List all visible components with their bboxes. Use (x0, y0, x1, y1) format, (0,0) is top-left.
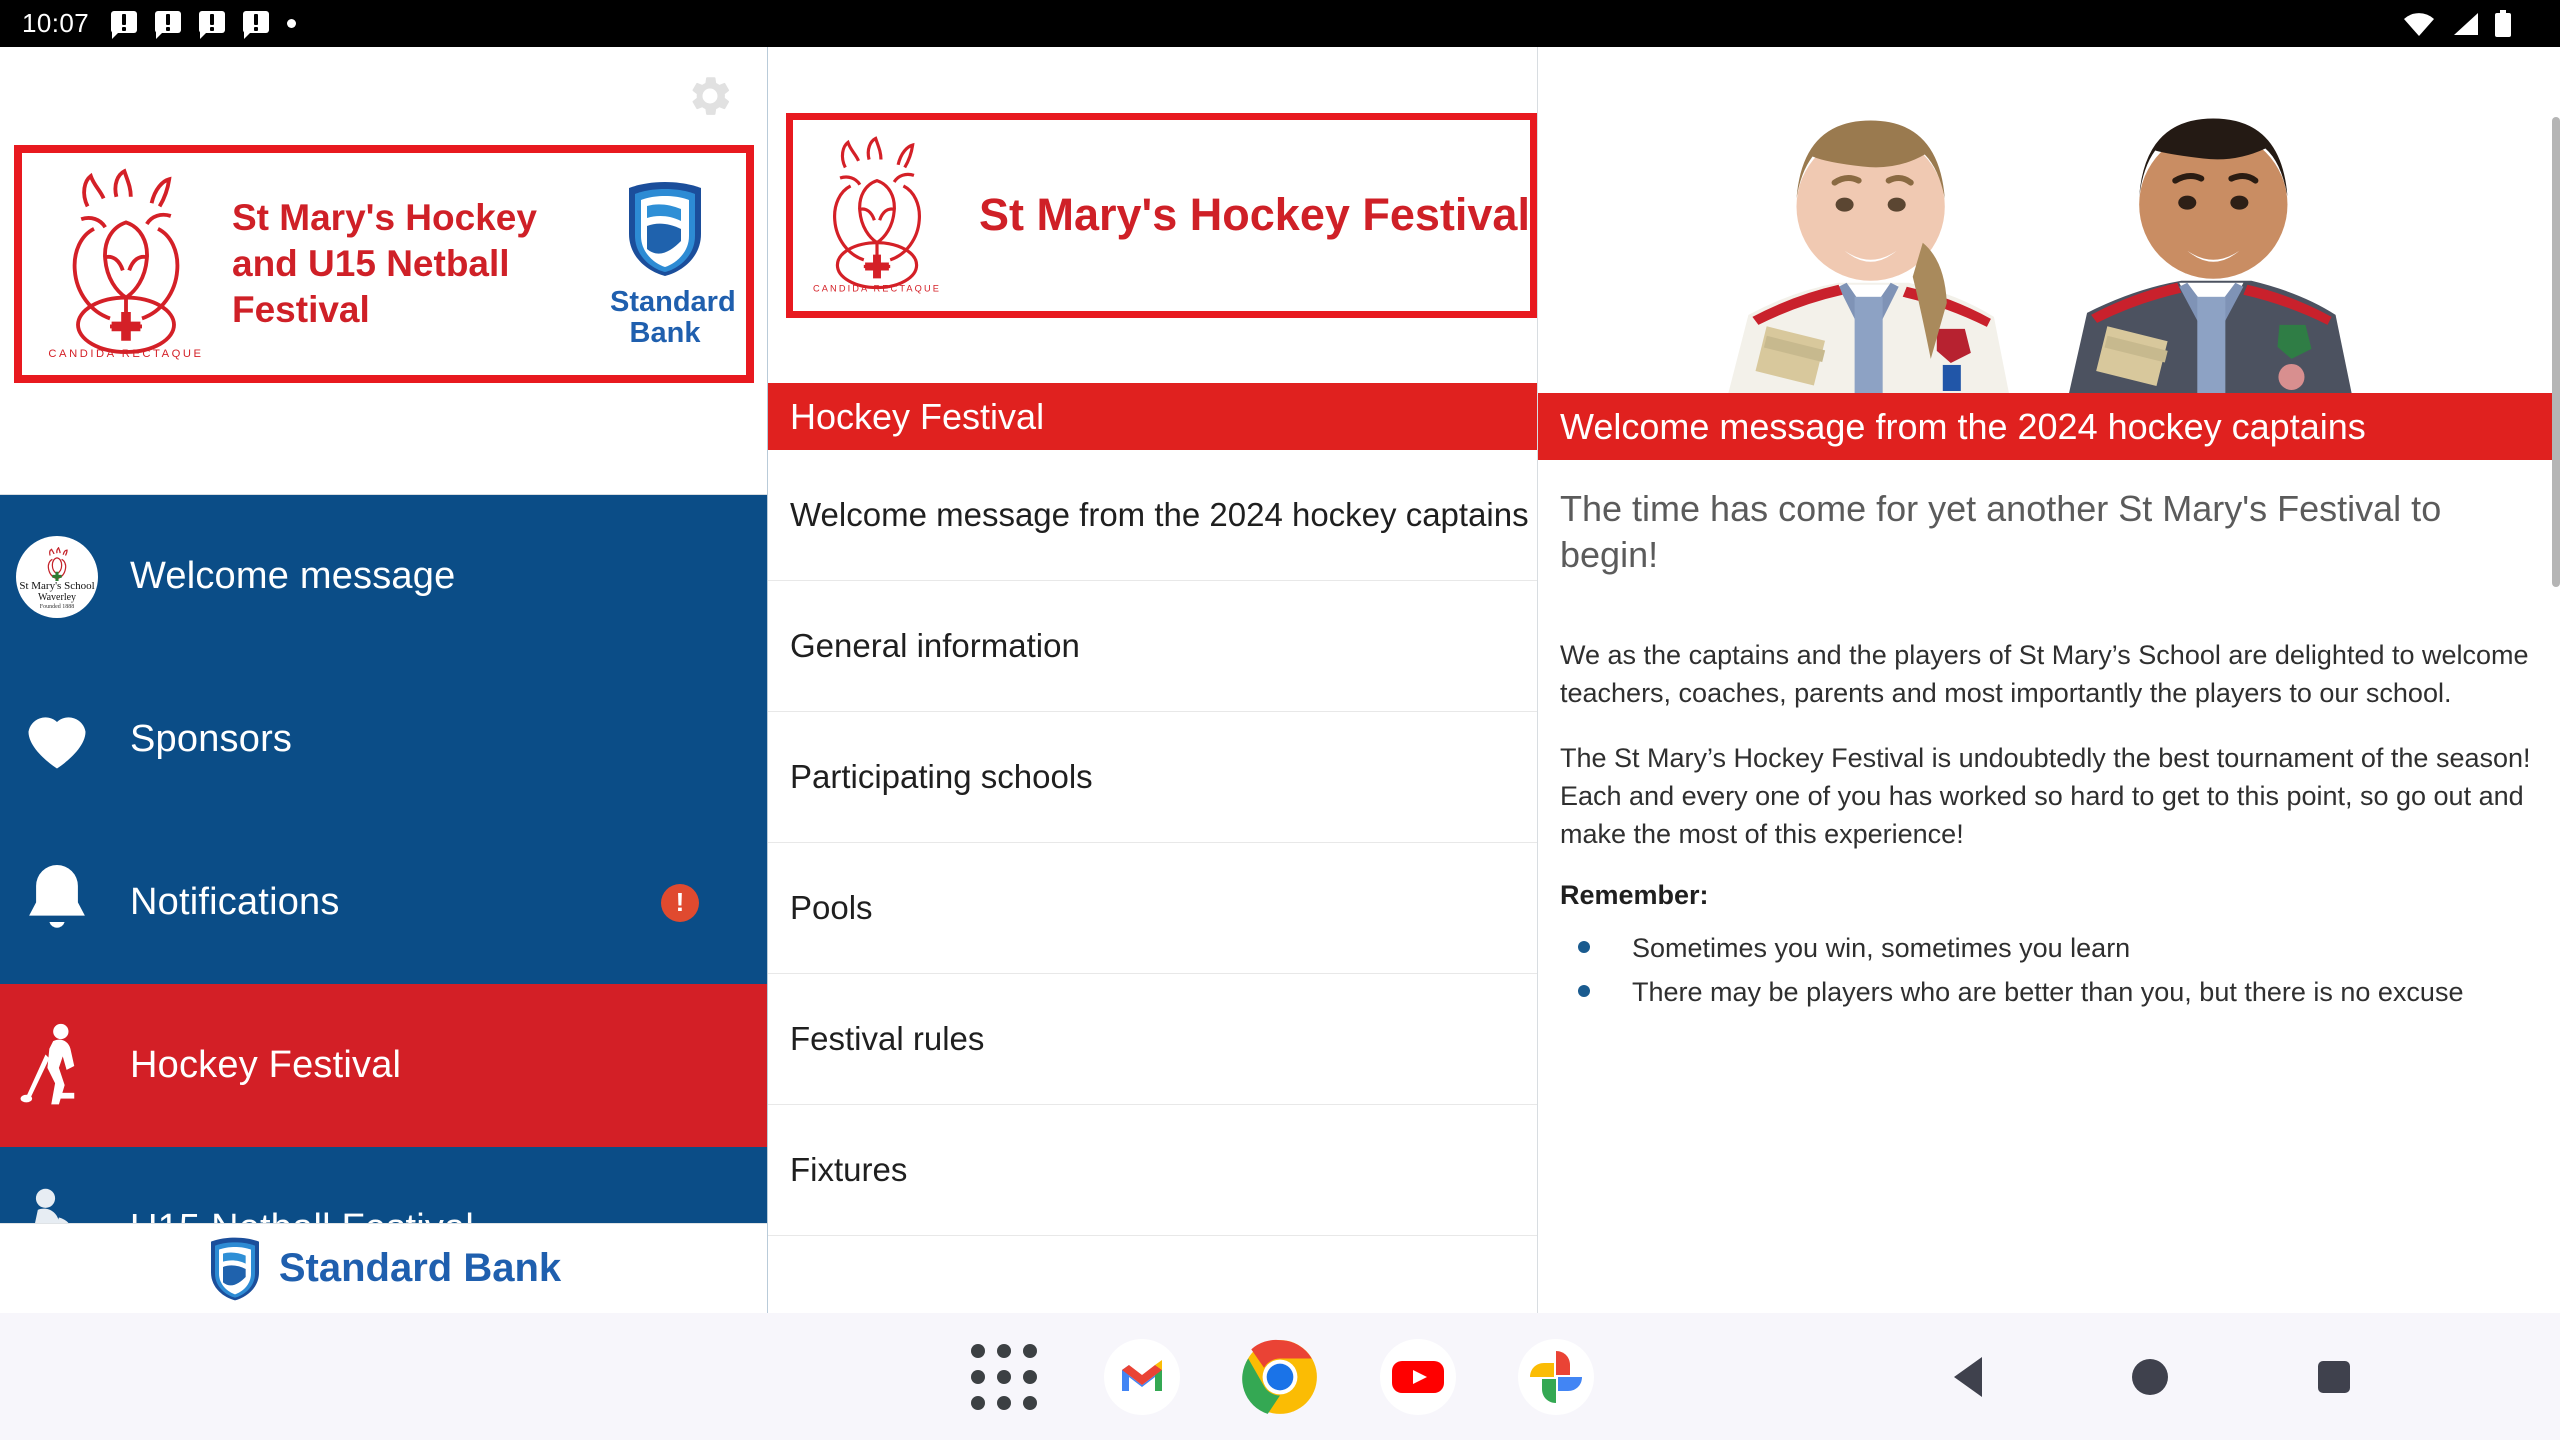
sidebar-item-sponsors[interactable]: Sponsors (0, 658, 767, 821)
wifi-icon (2404, 12, 2434, 36)
chrome-icon[interactable] (1238, 1335, 1322, 1419)
middle-column: CANDIDA RECTAQUE St Mary's Hockey Festiv… (768, 47, 1538, 1313)
sidebar-sponsor-footer[interactable]: Standard Bank (0, 1223, 767, 1313)
bullet-text: Sometimes you win, sometimes you learn (1632, 932, 2131, 963)
bullet-dot-icon (1578, 985, 1590, 998)
detail-paragraph: The St Mary’s Hockey Festival is undoubt… (1560, 742, 2531, 850)
sidebar-item-label: Notifications (130, 881, 340, 923)
google-photos-icon[interactable] (1514, 1335, 1598, 1419)
sidebar-festival-banner: CANDIDA RECTAQUE St Mary's Hockey and U1… (14, 145, 754, 383)
detail-column: Welcome message from the 2024 hockey cap… (1538, 47, 2560, 1313)
home-button[interactable] (2132, 1358, 2168, 1395)
bell-icon (14, 857, 100, 949)
battery-icon (2495, 9, 2511, 37)
list-item[interactable]: Welcome message from the 2024 hockey cap… (768, 450, 1537, 581)
all-apps-grid-icon[interactable] (962, 1335, 1046, 1419)
hockey-festival-banner: CANDIDA RECTAQUE St Mary's Hockey Festiv… (786, 112, 1537, 318)
list-item[interactable]: Participating schools (768, 712, 1537, 843)
list-item[interactable]: Festival rules (768, 974, 1537, 1105)
standard-bank-label: Standard Bank (610, 286, 736, 349)
detail-remember-label: Remember: (1560, 879, 1709, 910)
bullet-text: There may be players who are better than… (1632, 977, 2464, 1008)
middle-section-header: Hockey Festival (768, 383, 1537, 450)
notification-bubble-icon (155, 10, 182, 39)
sidebar-header: CANDIDA RECTAQUE St Mary's Hockey and U1… (0, 47, 767, 495)
sidebar-item-welcome-message[interactable]: St Mary's School Waverley Founded 1888 W… (0, 495, 767, 658)
cellular-signal-icon (2454, 12, 2478, 35)
detail-header: Welcome message from the 2024 hockey cap… (1538, 393, 2560, 460)
sidebar-banner-title: St Mary's Hockey and U15 Netball Festiva… (232, 197, 537, 330)
detail-bullet-list: Sometimes you win, sometimes you learn T… (1560, 929, 2536, 1012)
avatar-founded: Founded 1888 (39, 603, 75, 610)
recents-button[interactable] (2318, 1360, 2350, 1393)
dot-icon (287, 19, 297, 28)
standard-bank-shield-icon (210, 1237, 259, 1300)
notifications-badge: ! (661, 883, 699, 922)
status-bar-notification-icons (111, 10, 297, 39)
notification-bubble-icon (199, 10, 226, 39)
st-marys-crest-icon (47, 547, 68, 582)
gear-icon[interactable] (685, 71, 735, 121)
sidebar-item-hockey-festival[interactable]: Hockey Festival (0, 984, 767, 1147)
sidebar-item-label: Welcome message (130, 555, 456, 597)
avatar: St Mary's School Waverley Founded 1888 (16, 535, 98, 618)
detail-body: The time has come for yet another St Mar… (1538, 460, 2560, 1011)
list-item: There may be players who are better than… (1560, 973, 2536, 1011)
gmail-icon[interactable] (1100, 1335, 1184, 1419)
sidebar-nav: St Mary's School Waverley Founded 1888 W… (0, 495, 767, 1310)
detail-lead-text: The time has come for yet another St Mar… (1560, 488, 2442, 576)
hockey-player-icon (14, 1020, 100, 1112)
sidebar-item-label: Sponsors (130, 718, 293, 760)
sidebar: CANDIDA RECTAQUE St Mary's Hockey and U1… (0, 47, 768, 1313)
detail-scrollbar[interactable] (2552, 117, 2560, 587)
status-bar: 10:07 (0, 0, 2560, 47)
middle-banner-title: St Mary's Hockey Festival (979, 188, 1530, 240)
app-window: CANDIDA RECTAQUE St Mary's Hockey and U1… (0, 47, 2560, 1313)
list-item[interactable]: General information (768, 581, 1537, 712)
list-item: Sometimes you win, sometimes you learn (1560, 929, 2536, 967)
android-navigation-buttons (1954, 1356, 2350, 1397)
middle-banner-area: CANDIDA RECTAQUE St Mary's Hockey Festiv… (768, 47, 1537, 383)
list-item[interactable]: Pools (768, 843, 1537, 974)
hero-image-area (1538, 47, 2560, 393)
notification-bubble-icon (111, 10, 138, 39)
detail-paragraph: We as the captains and the players of St… (1560, 640, 2529, 709)
two-school-captains-photo (1538, 47, 2560, 393)
sponsor-footer-label: Standard Bank (278, 1246, 562, 1290)
avatar-school-suburb: Waverley (37, 592, 77, 604)
standard-bank-logo: Standard Bank (610, 180, 736, 349)
st-marys-crest-icon: CANDIDA RECTAQUE (48, 168, 203, 360)
system-taskbar (0, 1313, 2560, 1440)
st-marys-school-avatar: St Mary's School Waverley Founded 1888 (14, 531, 100, 623)
bullet-dot-icon (1578, 940, 1590, 953)
svg-text:CANDIDA RECTAQUE: CANDIDA RECTAQUE (813, 284, 941, 294)
sidebar-item-notifications[interactable]: Notifications ! (0, 821, 767, 984)
status-bar-system-icons (2402, 9, 2538, 38)
sidebar-item-label: Hockey Festival (130, 1044, 402, 1086)
standard-bank-shield-icon (629, 182, 701, 277)
svg-text:CANDIDA RECTAQUE: CANDIDA RECTAQUE (48, 348, 203, 360)
st-marys-crest-icon: CANDIDA RECTAQUE (813, 136, 941, 294)
heart-icon (14, 694, 100, 786)
youtube-icon[interactable] (1376, 1335, 1460, 1419)
list-item[interactable]: Fixtures (768, 1105, 1537, 1236)
notification-bubble-icon (243, 10, 270, 39)
back-button[interactable] (1954, 1356, 1982, 1397)
status-bar-clock: 10:07 (22, 8, 90, 38)
